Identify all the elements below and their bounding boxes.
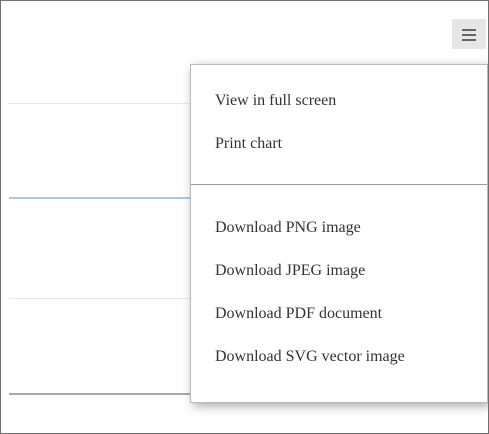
menu-item-download-png[interactable]: Download PNG image	[215, 218, 361, 238]
chart-container: View in full screen Print chart Download…	[0, 0, 489, 434]
menu-item-download-pdf[interactable]: Download PDF document	[215, 304, 382, 324]
menu-item-view-full-screen[interactable]: View in full screen	[215, 91, 336, 111]
menu-item-download-jpeg[interactable]: Download JPEG image	[215, 261, 365, 281]
menu-item-print-chart[interactable]: Print chart	[215, 134, 282, 154]
menu-item-download-svg[interactable]: Download SVG vector image	[215, 347, 405, 367]
menu-separator	[191, 184, 487, 185]
context-menu-button[interactable]	[452, 19, 486, 49]
chart-export-menu: View in full screen Print chart Download…	[190, 64, 488, 403]
hamburger-icon	[462, 29, 476, 41]
